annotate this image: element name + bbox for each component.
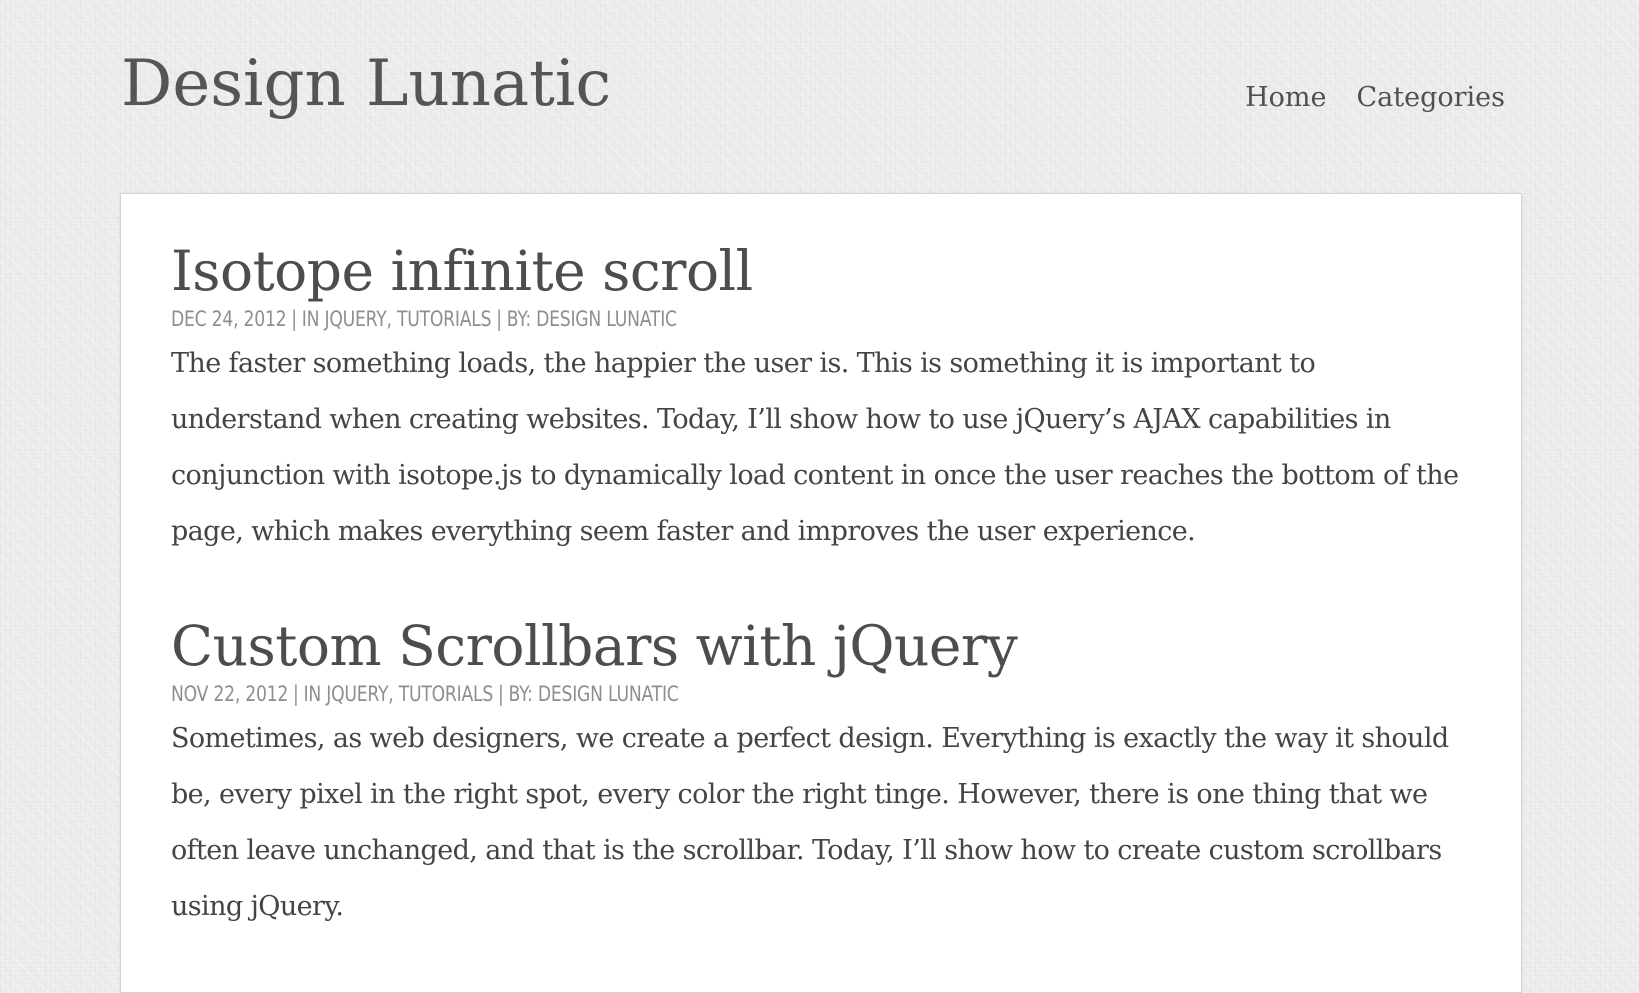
post-categories[interactable]: jQuery, Tutorials	[324, 307, 491, 331]
post-item: Isotope infinite scroll Dec 24, 2012 | In …	[171, 244, 1471, 560]
site-title[interactable]: Design Lunatic	[121, 52, 611, 116]
post-meta: Dec 24, 2012 | In jQuery, Tutorials | By: De…	[171, 309, 1237, 330]
post-title[interactable]: Isotope infinite scroll	[171, 244, 1471, 299]
post-item: Custom Scrollbars with jQuery Nov 22, 20…	[171, 619, 1471, 935]
post-excerpt: The faster something loads, the happier …	[171, 348, 1459, 547]
content-panel: Isotope infinite scroll Dec 24, 2012 | In …	[120, 193, 1522, 993]
post-category-prefix: In	[301, 307, 320, 331]
meta-separator: |	[291, 307, 297, 331]
post-date: Dec 24, 2012	[171, 307, 287, 331]
nav-item-categories[interactable]: Categories	[1357, 84, 1506, 111]
post-author-prefix: By:	[506, 307, 531, 331]
post-author-prefix: By:	[508, 682, 533, 706]
post-meta: Nov 22, 2012 | In jQuery, Tutorials | By: De…	[171, 684, 1237, 705]
post-author[interactable]: Design Lunatic	[536, 307, 677, 331]
nav-item-home[interactable]: Home	[1245, 84, 1326, 111]
post-title[interactable]: Custom Scrollbars with jQuery	[171, 619, 1471, 674]
meta-separator: |	[497, 682, 504, 706]
post-date: Nov 22, 2012	[171, 682, 289, 706]
post-author[interactable]: Design Lunatic	[538, 682, 679, 706]
meta-separator: |	[293, 682, 299, 706]
meta-separator: |	[496, 307, 502, 331]
post-categories[interactable]: jQuery, Tutorials	[326, 682, 493, 706]
post-category-prefix: In	[303, 682, 322, 706]
post-excerpt: Sometimes, as web designers, we create a…	[171, 723, 1449, 922]
main-nav: Home Categories	[1245, 84, 1505, 111]
